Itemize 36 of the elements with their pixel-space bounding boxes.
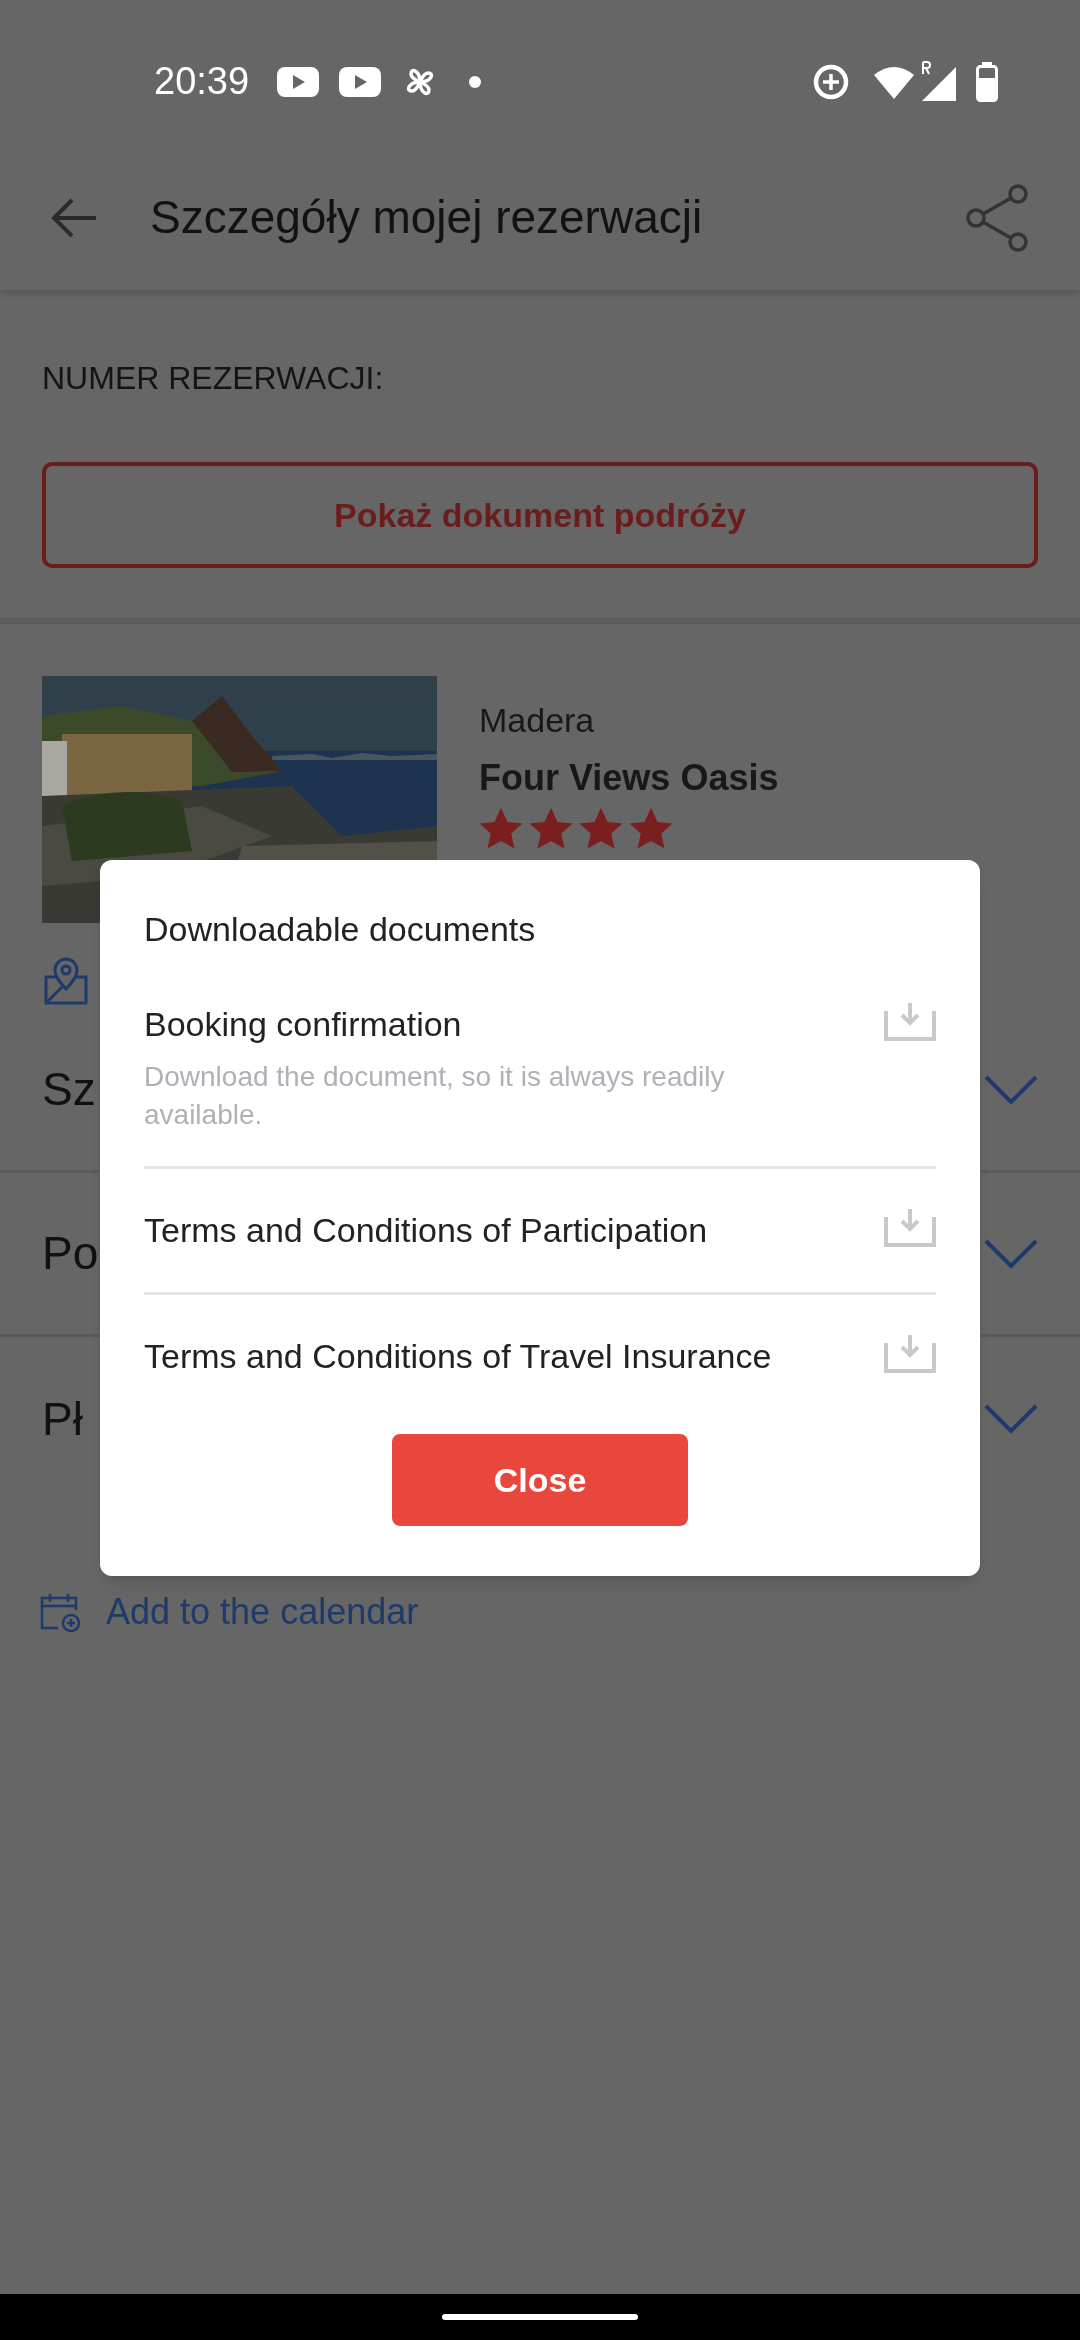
play-icon (277, 66, 320, 97)
dot-icon (469, 75, 482, 88)
download-icon[interactable] (884, 1333, 936, 1373)
star-icon (579, 808, 623, 850)
document-title[interactable]: Terms and Conditions of Participation (144, 1205, 884, 1256)
star-icon (479, 808, 523, 850)
region-name: Madera (479, 700, 596, 740)
hotel-name: Four Views Oasis (479, 756, 779, 800)
signal-icon (920, 60, 958, 103)
chevron-down-icon[interactable] (984, 1074, 1038, 1105)
star-icon (529, 808, 573, 850)
share-icon[interactable] (966, 183, 1030, 252)
download-icon[interactable] (884, 1001, 936, 1041)
add-to-calendar-link[interactable]: Add to the calendar (106, 1585, 419, 1639)
document-title[interactable]: Terms and Conditions of Travel Insurance (144, 1331, 884, 1382)
section-title[interactable]: Pł (42, 1384, 83, 1454)
calendar-icon (40, 1592, 82, 1632)
page-title: Szczegóły mojej rezerwacji (150, 190, 703, 245)
data-saver-icon (812, 62, 850, 101)
close-button[interactable]: Close (392, 1434, 688, 1526)
download-icon[interactable] (884, 1207, 936, 1247)
map-pin-icon[interactable] (42, 957, 90, 1005)
booking-number-label: NUMER REZERWACJI: (42, 359, 385, 398)
clock: 20:39 (154, 59, 250, 104)
battery-icon (976, 61, 998, 102)
dialog-title: Downloadable documents (144, 909, 537, 950)
document-title[interactable]: Booking confirmation (144, 999, 884, 1050)
star-icon (629, 808, 673, 850)
chevron-down-icon[interactable] (984, 1238, 1038, 1269)
wifi-icon (872, 64, 916, 99)
play-icon (339, 66, 382, 97)
document-description: Download the document, so it is always readily available. (144, 1060, 726, 1132)
chevron-down-icon[interactable] (984, 1404, 1038, 1434)
section-title[interactable]: Sz (42, 1055, 96, 1124)
travel-document-button[interactable]: Pokaż dokument podróży (42, 462, 1038, 568)
section-title[interactable]: Po (42, 1219, 99, 1288)
